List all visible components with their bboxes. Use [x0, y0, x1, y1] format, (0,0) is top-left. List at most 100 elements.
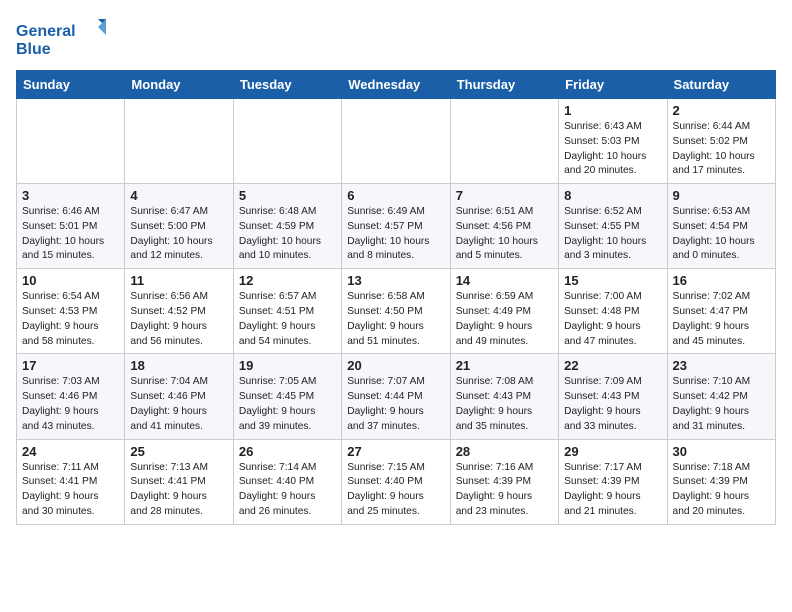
day-info: Sunrise: 6:59 AM Sunset: 4:49 PM Dayligh… [456, 290, 553, 349]
calendar-day-cell: 28 Sunrise: 7:16 AM Sunset: 4:39 PM Dayli… [450, 439, 558, 524]
day-info: Sunrise: 6:46 AM Sunset: 5:01 PM Dayligh… [22, 205, 119, 264]
day-number: 21 [456, 358, 553, 373]
calendar-day-cell: 10 Sunrise: 6:54 AM Sunset: 4:53 PM Dayli… [17, 269, 125, 354]
day-info: Sunrise: 6:43 AM Sunset: 5:03 PM Dayligh… [564, 120, 661, 179]
day-number: 26 [239, 444, 336, 459]
calendar-day-cell: 17 Sunrise: 7:03 AM Sunset: 4:46 PM Dayli… [17, 354, 125, 439]
col-header-wednesday: Wednesday [342, 71, 450, 99]
day-number: 17 [22, 358, 119, 373]
logo: General Blue [16, 16, 106, 58]
calendar-day-cell: 13 Sunrise: 6:58 AM Sunset: 4:50 PM Dayli… [342, 269, 450, 354]
calendar-day-cell: 8 Sunrise: 6:52 AM Sunset: 4:55 PM Daylig… [559, 184, 667, 269]
day-info: Sunrise: 6:58 AM Sunset: 4:50 PM Dayligh… [347, 290, 444, 349]
calendar-day-cell: 9 Sunrise: 6:53 AM Sunset: 4:54 PM Daylig… [667, 184, 775, 269]
calendar-day-cell: 1 Sunrise: 6:43 AM Sunset: 5:03 PM Daylig… [559, 99, 667, 184]
col-header-thursday: Thursday [450, 71, 558, 99]
day-info: Sunrise: 7:03 AM Sunset: 4:46 PM Dayligh… [22, 375, 119, 434]
day-number: 18 [130, 358, 227, 373]
calendar-day-cell: 15 Sunrise: 7:00 AM Sunset: 4:48 PM Dayli… [559, 269, 667, 354]
col-header-monday: Monday [125, 71, 233, 99]
calendar-table: SundayMondayTuesdayWednesdayThursdayFrid… [16, 70, 776, 525]
calendar-day-cell: 3 Sunrise: 6:46 AM Sunset: 5:01 PM Daylig… [17, 184, 125, 269]
day-number: 3 [22, 188, 119, 203]
calendar-day-cell: 29 Sunrise: 7:17 AM Sunset: 4:39 PM Dayli… [559, 439, 667, 524]
day-info: Sunrise: 7:02 AM Sunset: 4:47 PM Dayligh… [673, 290, 770, 349]
calendar-week-row: 17 Sunrise: 7:03 AM Sunset: 4:46 PM Dayli… [17, 354, 776, 439]
day-info: Sunrise: 7:00 AM Sunset: 4:48 PM Dayligh… [564, 290, 661, 349]
day-info: Sunrise: 6:53 AM Sunset: 4:54 PM Dayligh… [673, 205, 770, 264]
day-number: 19 [239, 358, 336, 373]
calendar-day-cell: 2 Sunrise: 6:44 AM Sunset: 5:02 PM Daylig… [667, 99, 775, 184]
svg-text:General: General [16, 23, 76, 40]
calendar-day-cell: 4 Sunrise: 6:47 AM Sunset: 5:00 PM Daylig… [125, 184, 233, 269]
calendar-day-cell: 30 Sunrise: 7:18 AM Sunset: 4:39 PM Dayli… [667, 439, 775, 524]
day-info: Sunrise: 7:05 AM Sunset: 4:45 PM Dayligh… [239, 375, 336, 434]
day-info: Sunrise: 7:18 AM Sunset: 4:39 PM Dayligh… [673, 461, 770, 520]
calendar-day-cell [450, 99, 558, 184]
day-number: 4 [130, 188, 227, 203]
day-number: 13 [347, 273, 444, 288]
day-info: Sunrise: 7:08 AM Sunset: 4:43 PM Dayligh… [456, 375, 553, 434]
day-info: Sunrise: 6:57 AM Sunset: 4:51 PM Dayligh… [239, 290, 336, 349]
day-number: 1 [564, 103, 661, 118]
calendar-day-cell: 14 Sunrise: 6:59 AM Sunset: 4:49 PM Dayli… [450, 269, 558, 354]
day-number: 29 [564, 444, 661, 459]
day-number: 5 [239, 188, 336, 203]
day-number: 6 [347, 188, 444, 203]
day-number: 11 [130, 273, 227, 288]
day-number: 10 [22, 273, 119, 288]
day-number: 15 [564, 273, 661, 288]
day-info: Sunrise: 6:52 AM Sunset: 4:55 PM Dayligh… [564, 205, 661, 264]
day-number: 7 [456, 188, 553, 203]
day-info: Sunrise: 7:17 AM Sunset: 4:39 PM Dayligh… [564, 461, 661, 520]
calendar-day-cell: 16 Sunrise: 7:02 AM Sunset: 4:47 PM Dayli… [667, 269, 775, 354]
calendar-day-cell: 11 Sunrise: 6:56 AM Sunset: 4:52 PM Dayli… [125, 269, 233, 354]
day-info: Sunrise: 6:51 AM Sunset: 4:56 PM Dayligh… [456, 205, 553, 264]
day-number: 22 [564, 358, 661, 373]
calendar-day-cell: 24Sunrise: 7:11 AM Sunset: 4:41 PM Dayli… [17, 439, 125, 524]
logo-svg: General Blue [16, 16, 106, 58]
day-info: Sunrise: 7:16 AM Sunset: 4:39 PM Dayligh… [456, 461, 553, 520]
day-number: 28 [456, 444, 553, 459]
calendar-day-cell: 27 Sunrise: 7:15 AM Sunset: 4:40 PM Dayli… [342, 439, 450, 524]
day-info: Sunrise: 6:56 AM Sunset: 4:52 PM Dayligh… [130, 290, 227, 349]
calendar-day-cell: 26Sunrise: 7:14 AM Sunset: 4:40 PM Dayli… [233, 439, 341, 524]
svg-text:Blue: Blue [16, 41, 51, 58]
calendar-day-cell [233, 99, 341, 184]
calendar-day-cell: 7 Sunrise: 6:51 AM Sunset: 4:56 PM Daylig… [450, 184, 558, 269]
day-number: 30 [673, 444, 770, 459]
calendar-day-cell: 19 Sunrise: 7:05 AM Sunset: 4:45 PM Dayli… [233, 354, 341, 439]
day-info: Sunrise: 6:47 AM Sunset: 5:00 PM Dayligh… [130, 205, 227, 264]
day-number: 9 [673, 188, 770, 203]
day-info: Sunrise: 6:44 AM Sunset: 5:02 PM Dayligh… [673, 120, 770, 179]
col-header-tuesday: Tuesday [233, 71, 341, 99]
day-number: 2 [673, 103, 770, 118]
day-info: Sunrise: 7:10 AM Sunset: 4:42 PM Dayligh… [673, 375, 770, 434]
day-info: Sunrise: 7:11 AM Sunset: 4:41 PM Dayligh… [22, 461, 119, 520]
day-info: Sunrise: 7:13 AM Sunset: 4:41 PM Dayligh… [130, 461, 227, 520]
calendar-week-row: 3 Sunrise: 6:46 AM Sunset: 5:01 PM Daylig… [17, 184, 776, 269]
day-info: Sunrise: 7:07 AM Sunset: 4:44 PM Dayligh… [347, 375, 444, 434]
day-number: 14 [456, 273, 553, 288]
day-info: Sunrise: 6:49 AM Sunset: 4:57 PM Dayligh… [347, 205, 444, 264]
day-info: Sunrise: 6:48 AM Sunset: 4:59 PM Dayligh… [239, 205, 336, 264]
calendar-day-cell: 23Sunrise: 7:10 AM Sunset: 4:42 PM Dayli… [667, 354, 775, 439]
day-number: 12 [239, 273, 336, 288]
calendar-header-row: SundayMondayTuesdayWednesdayThursdayFrid… [17, 71, 776, 99]
day-number: 27 [347, 444, 444, 459]
page-header: General Blue [16, 16, 776, 58]
calendar-day-cell: 12 Sunrise: 6:57 AM Sunset: 4:51 PM Dayli… [233, 269, 341, 354]
calendar-day-cell [125, 99, 233, 184]
day-info: Sunrise: 7:09 AM Sunset: 4:43 PM Dayligh… [564, 375, 661, 434]
calendar-day-cell [342, 99, 450, 184]
day-info: Sunrise: 7:15 AM Sunset: 4:40 PM Dayligh… [347, 461, 444, 520]
day-number: 25 [130, 444, 227, 459]
calendar-day-cell: 18Sunrise: 7:04 AM Sunset: 4:46 PM Dayli… [125, 354, 233, 439]
calendar-week-row: 10 Sunrise: 6:54 AM Sunset: 4:53 PM Dayli… [17, 269, 776, 354]
day-info: Sunrise: 6:54 AM Sunset: 4:53 PM Dayligh… [22, 290, 119, 349]
calendar-day-cell: 20Sunrise: 7:07 AM Sunset: 4:44 PM Dayli… [342, 354, 450, 439]
day-number: 8 [564, 188, 661, 203]
calendar-week-row: 1 Sunrise: 6:43 AM Sunset: 5:03 PM Daylig… [17, 99, 776, 184]
day-number: 16 [673, 273, 770, 288]
calendar-day-cell: 6 Sunrise: 6:49 AM Sunset: 4:57 PM Daylig… [342, 184, 450, 269]
